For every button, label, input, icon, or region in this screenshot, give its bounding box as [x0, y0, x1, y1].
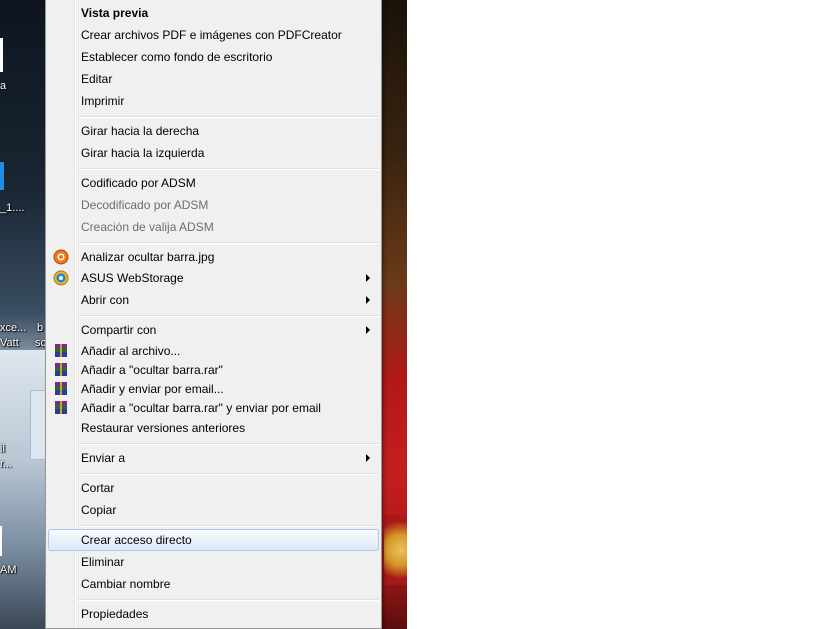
menu-item-label: Añadir y enviar por email...: [81, 382, 224, 396]
desktop-icon-label[interactable]: a: [0, 80, 6, 93]
menu-item-restaurar-versiones[interactable]: Restaurar versiones anteriores: [48, 417, 379, 439]
menu-item-girar-derecha[interactable]: Girar hacia la derecha: [48, 120, 379, 142]
menu-item-crear-acceso-directo[interactable]: Crear acceso directo: [48, 529, 379, 551]
menu-item-anadir-rar-enviar-email[interactable]: Añadir a "ocultar barra.rar" y enviar po…: [48, 397, 379, 419]
menu-item-label: Cortar: [81, 481, 115, 495]
winrar-icon: [55, 363, 67, 376]
menu-item-label: Añadir al archivo...: [81, 344, 181, 358]
menu-item-label: Editar: [81, 72, 113, 86]
submenu-arrow-icon: [366, 274, 370, 282]
menu-item-creacion-valija-adsm: Creación de valija ADSM: [48, 216, 379, 238]
wallpaper-emblem: [384, 515, 407, 585]
menu-separator: [78, 315, 379, 317]
desktop-icon-label[interactable]: _1....: [0, 202, 24, 215]
winrar-icon: [55, 401, 67, 414]
menu-item-label: Enviar a: [81, 451, 126, 465]
desktop-icon-partial[interactable]: [0, 162, 6, 190]
menu-item-girar-izquierda[interactable]: Girar hacia la izquierda: [48, 142, 379, 164]
menu-item-cambiar-nombre[interactable]: Cambiar nombre: [48, 573, 379, 595]
menu-item-label: Decodificado por ADSM: [81, 198, 209, 212]
desktop-icon-label[interactable]: AM: [0, 564, 17, 577]
menu-item-editar[interactable]: Editar: [48, 68, 379, 90]
menu-item-vista-previa[interactable]: Vista previa: [48, 2, 379, 24]
submenu-arrow-icon: [366, 454, 370, 462]
menu-item-label: Abrir con: [81, 293, 130, 307]
desktop-icon-label[interactable]: il: [0, 443, 5, 456]
menu-item-abrir-con[interactable]: Abrir con: [48, 289, 379, 311]
menu-item-label: Crear acceso directo: [81, 533, 192, 547]
menu-item-label: Copiar: [81, 503, 117, 517]
menu-separator: [78, 525, 379, 527]
menu-item-analizar[interactable]: Analizar ocultar barra.jpg: [48, 246, 379, 268]
menu-item-propiedades[interactable]: Propiedades: [48, 603, 379, 625]
menu-item-label: Restaurar versiones anteriores: [81, 421, 246, 435]
desktop-icon-label[interactable]: xce...: [0, 322, 26, 335]
menu-separator: [78, 599, 379, 601]
menu-item-codificado-adsm[interactable]: Codificado por ADSM: [48, 172, 379, 194]
desktop-icon-label[interactable]: r...: [0, 458, 12, 471]
menu-item-crear-pdf[interactable]: Crear archivos PDF e imágenes con PDFCre…: [48, 24, 379, 46]
menu-item-label: Cambiar nombre: [81, 577, 171, 591]
menu-separator: [78, 473, 379, 475]
menu-item-imprimir[interactable]: Imprimir: [48, 90, 379, 112]
menu-item-label: Girar hacia la izquierda: [81, 146, 205, 160]
menu-item-fondo-escritorio[interactable]: Establecer como fondo de escritorio: [48, 46, 379, 68]
menu-item-eliminar[interactable]: Eliminar: [48, 551, 379, 573]
menu-item-asus-webstorage[interactable]: ASUS WebStorage: [48, 267, 379, 289]
asus-webstorage-icon: [53, 270, 69, 286]
menu-item-enviar-a[interactable]: Enviar a: [48, 447, 379, 469]
menu-item-label: Analizar ocultar barra.jpg: [81, 250, 215, 264]
submenu-arrow-icon: [366, 326, 370, 334]
submenu-arrow-icon: [366, 296, 370, 304]
menu-item-decodificado-adsm: Decodificado por ADSM: [48, 194, 379, 216]
winrar-icon: [55, 344, 67, 357]
menu-item-label: Codificado por ADSM: [81, 176, 196, 190]
menu-item-label: Vista previa: [81, 6, 149, 20]
menu-item-cortar[interactable]: Cortar: [48, 477, 379, 499]
menu-item-label: Girar hacia la derecha: [81, 124, 200, 138]
menu-item-label: Imprimir: [81, 94, 125, 108]
menu-item-label: Eliminar: [81, 555, 125, 569]
menu-item-label: Compartir con: [81, 323, 157, 337]
menu-item-label: Propiedades: [81, 607, 149, 621]
menu-separator: [78, 242, 379, 244]
desktop-icon-label[interactable]: b: [37, 322, 43, 335]
menu-item-label: Añadir a "ocultar barra.rar": [81, 363, 223, 377]
desktop-icon-partial[interactable]: [0, 526, 6, 556]
winrar-icon: [55, 382, 67, 395]
menu-separator: [78, 168, 379, 170]
desktop-icon-partial[interactable]: [0, 38, 6, 72]
context-menu: Vista previa Crear archivos PDF e imágen…: [45, 0, 382, 629]
desktop-icon-label[interactable]: Vatt: [0, 337, 19, 350]
menu-item-label: Crear archivos PDF e imágenes con PDFCre…: [81, 28, 342, 42]
menu-separator: [78, 116, 379, 118]
menu-item-label: ASUS WebStorage: [81, 271, 184, 285]
menu-item-label: Establecer como fondo de escritorio: [81, 50, 273, 64]
antivirus-scan-icon: [53, 249, 69, 265]
menu-item-copiar[interactable]: Copiar: [48, 499, 379, 521]
menu-separator: [78, 443, 379, 445]
menu-item-compartir-con[interactable]: Compartir con: [48, 319, 379, 341]
menu-item-label: Creación de valija ADSM: [81, 220, 214, 234]
menu-item-label: Añadir a "ocultar barra.rar" y enviar po…: [81, 401, 321, 415]
